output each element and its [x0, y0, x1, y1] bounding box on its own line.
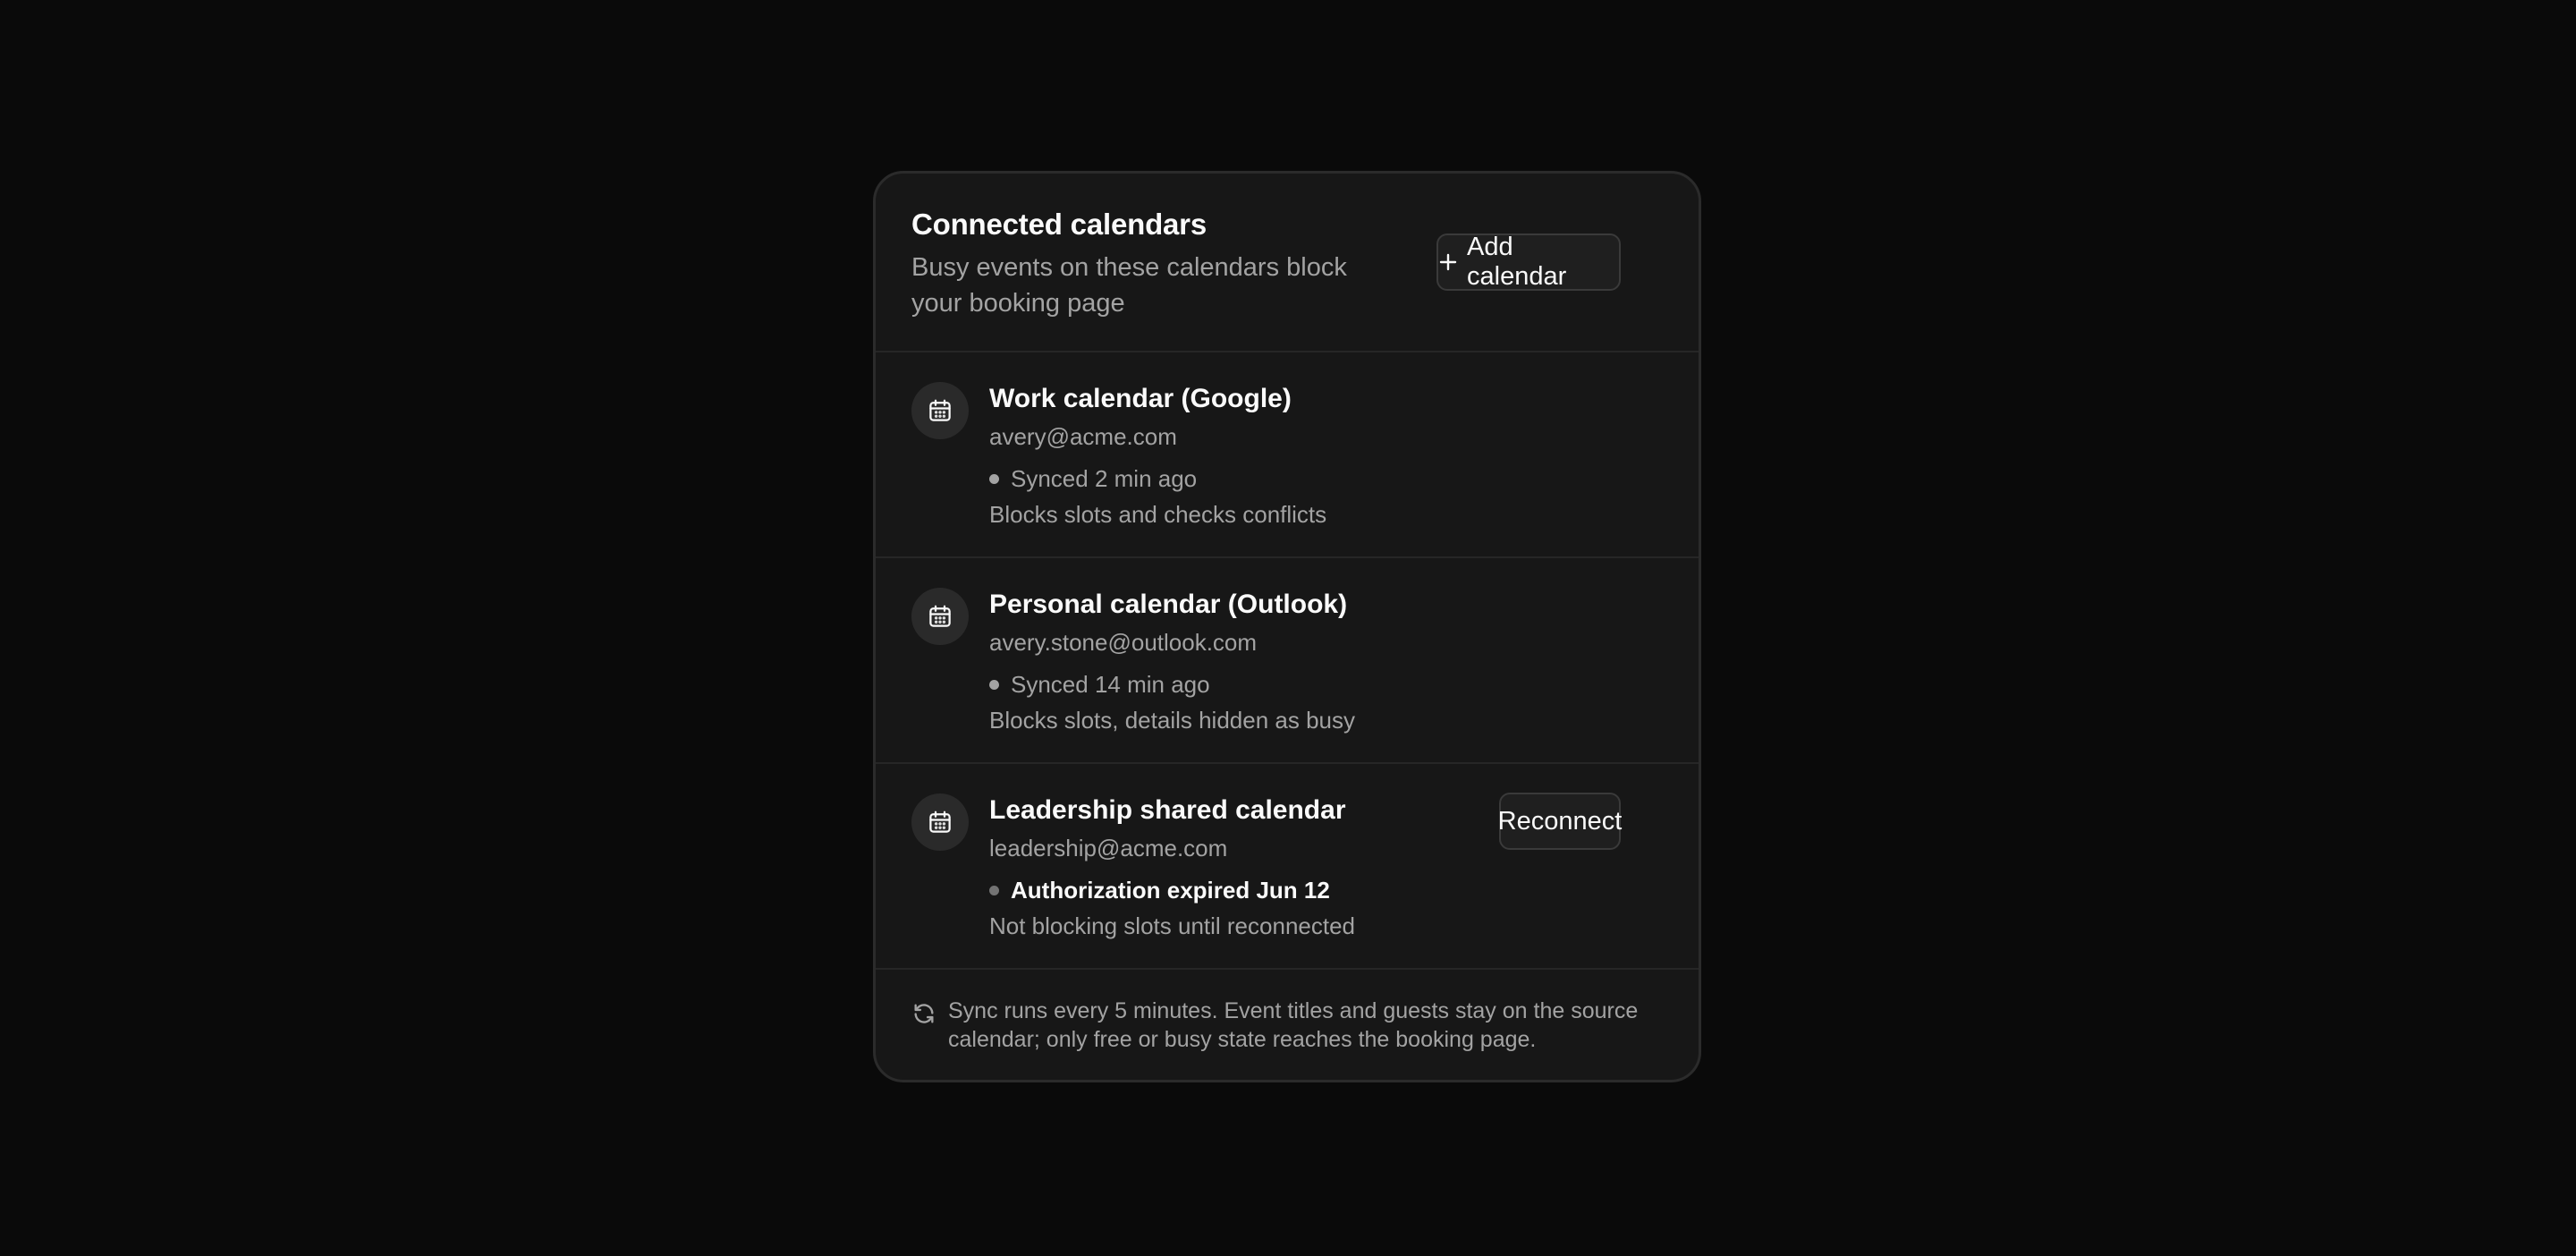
calendar-row-personal: Personal calendar (Outlook) avery.stone@… [876, 558, 1699, 764]
card-header: Connected calendars Busy events on these… [876, 174, 1699, 352]
calendar-behavior-note: Blocks slots and checks conflicts [989, 501, 1327, 528]
refresh-icon [911, 1001, 936, 1026]
card-title: Connected calendars [911, 208, 1207, 241]
calendar-icon [911, 588, 969, 645]
calendar-name: Work calendar (Google) [989, 384, 1292, 413]
calendar-row-work: Work calendar (Google) avery@acme.com Sy… [876, 352, 1699, 558]
sync-info-note: Sync runs every 5 minutes. Event titles … [948, 998, 1639, 1052]
add-calendar-button[interactable]: Add calendar [1436, 233, 1621, 291]
calendar-behavior-note: Blocks slots, details hidden as busy [989, 707, 1355, 734]
add-calendar-label: Add calendar [1467, 233, 1567, 291]
calendar-email: leadership@acme.com [989, 835, 1228, 861]
connected-calendars-card: Connected calendars Busy events on these… [873, 171, 1701, 1082]
status-dot [989, 474, 999, 484]
reconnect-button[interactable]: Reconnect [1498, 793, 1622, 850]
sync-status: Synced 2 min ago [989, 465, 1197, 493]
status-dot [989, 680, 999, 690]
sync-status-text: Synced 2 min ago [1011, 465, 1198, 492]
calendar-behavior-note: Not blocking slots until reconnected [989, 912, 1356, 939]
calendar-email: avery@acme.com [989, 423, 1177, 450]
plus-icon [1438, 252, 1458, 272]
sync-status-text: Synced 14 min ago [1011, 671, 1210, 698]
calendar-name: Leadership shared calendar [989, 795, 1346, 825]
authorization-status-text: Authorization expired Jun 12 [1011, 877, 1330, 904]
calendar-row-leadership: Leadership shared calendar leadership@ac… [876, 764, 1699, 970]
calendar-email: avery.stone@outlook.com [989, 629, 1258, 656]
sync-status: Synced 14 min ago [989, 671, 1210, 699]
calendar-name: Personal calendar (Outlook) [989, 590, 1348, 619]
calendar-icon [911, 793, 969, 851]
calendar-icon [911, 382, 969, 439]
authorization-status: Authorization expired Jun 12 [989, 877, 1330, 904]
card-subtitle: Busy events on these calendars block you… [911, 253, 1347, 318]
status-dot [989, 886, 999, 895]
